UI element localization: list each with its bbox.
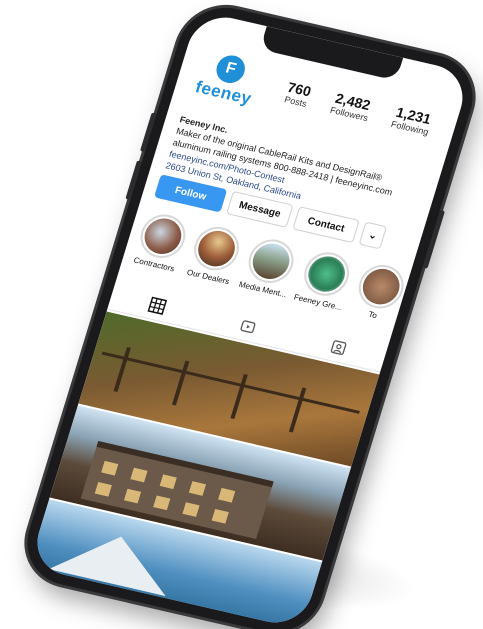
window-graphic bbox=[211, 509, 229, 524]
highlight-ring bbox=[134, 210, 191, 263]
stat-followers[interactable]: 2,482 Followers bbox=[329, 90, 374, 123]
stat-posts[interactable]: 760 Posts bbox=[283, 79, 313, 109]
highlight-thumbnail bbox=[194, 227, 240, 271]
reels-icon[interactable] bbox=[238, 317, 258, 336]
highlight-ring bbox=[188, 222, 245, 275]
window-graphic bbox=[182, 502, 200, 517]
highlight-ring bbox=[353, 260, 410, 313]
highlight-thumbnail bbox=[358, 265, 405, 309]
highlight-ring bbox=[298, 248, 355, 301]
window-graphic bbox=[123, 488, 142, 504]
window-graphic bbox=[101, 460, 119, 476]
phone-screen: F feeney 760 Posts 2,482 Followers 1,231… bbox=[28, 10, 472, 629]
window-graphic bbox=[218, 487, 236, 503]
grid-icon[interactable] bbox=[147, 296, 167, 315]
highlight-label: Feeney Gre... bbox=[292, 292, 344, 313]
shade-sail-graphic bbox=[48, 523, 180, 597]
tagged-icon[interactable] bbox=[329, 338, 349, 357]
highlight-label: Media Ment... bbox=[237, 279, 288, 300]
window-graphic bbox=[130, 467, 148, 483]
highlight-item[interactable]: To bbox=[344, 260, 411, 340]
window-graphic bbox=[159, 474, 177, 490]
highlight-label: Our Dealers bbox=[185, 267, 231, 287]
stage: F feeney 760 Posts 2,482 Followers 1,231… bbox=[0, 0, 483, 629]
highlight-thumbnail bbox=[248, 240, 295, 283]
chevron-down-icon[interactable]: ⌄ bbox=[358, 221, 388, 250]
stat-following[interactable]: 1,231 Following bbox=[390, 104, 435, 137]
volume-down-button bbox=[125, 160, 142, 200]
highlight-label: To bbox=[367, 309, 379, 321]
profile-stats: 760 Posts 2,482 Followers 1,231 Followin… bbox=[271, 76, 446, 140]
railing-post bbox=[288, 387, 307, 433]
highlight-thumbnail bbox=[303, 252, 350, 296]
volume-up-button bbox=[140, 112, 157, 153]
railing-post bbox=[171, 360, 190, 406]
phone-frame: F feeney 760 Posts 2,482 Followers 1,231… bbox=[15, 0, 483, 629]
window-graphic bbox=[188, 481, 207, 496]
railing-post bbox=[230, 374, 248, 420]
profile-avatar[interactable]: F feeney bbox=[189, 49, 266, 110]
highlight-thumbnail bbox=[139, 214, 186, 258]
window-graphic bbox=[94, 482, 112, 497]
railing-graphic bbox=[101, 351, 360, 414]
highlight-label: Contractors bbox=[132, 255, 176, 274]
window-graphic bbox=[153, 495, 171, 511]
highlight-ring bbox=[243, 235, 300, 288]
railing-post bbox=[113, 347, 131, 393]
